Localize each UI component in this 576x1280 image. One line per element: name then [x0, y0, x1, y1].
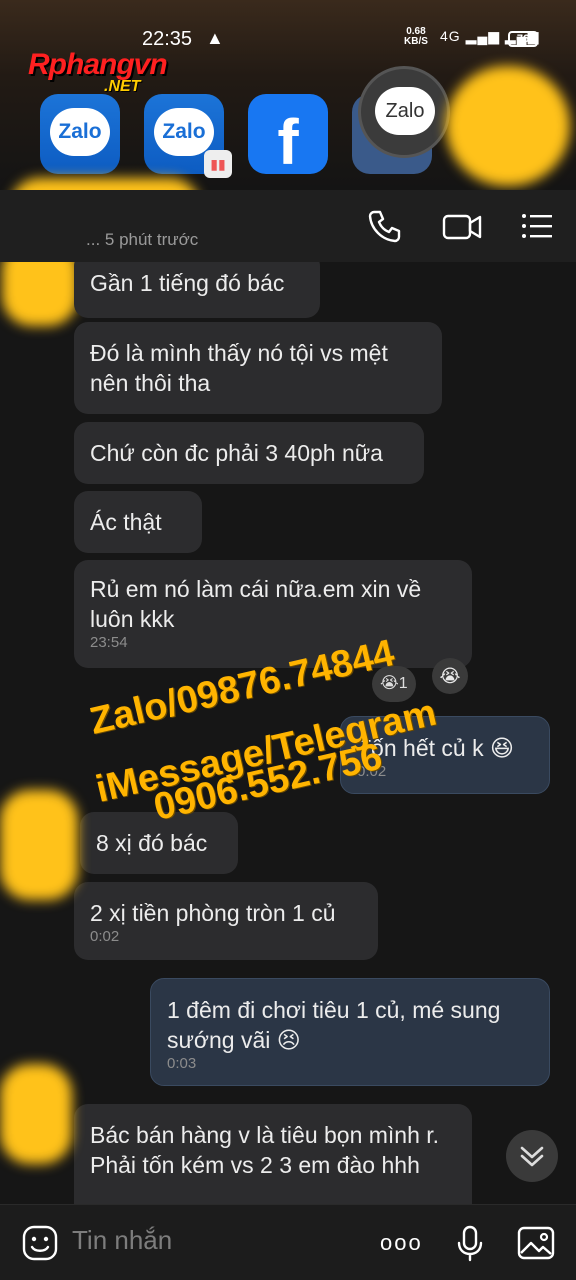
zalo-chat-head[interactable]: Zalo — [358, 66, 450, 158]
chevron-down-icon — [520, 1146, 544, 1167]
microphone-icon[interactable] — [450, 1223, 490, 1263]
watermark-logo: Rphangvn — [28, 48, 168, 81]
emoji-sticker-icon[interactable] — [20, 1223, 60, 1263]
message-bubble-incoming[interactable]: 2 xị tiền phòng tròn 1 củ 0:02 — [74, 882, 378, 960]
message-bubble-incoming[interactable]: Gần 1 tiếng đó bác — [74, 262, 320, 318]
phone-icon[interactable] — [364, 206, 404, 246]
persevering-emoji-icon: 😣 — [276, 1027, 301, 1053]
message-composer: Tin nhắn ooo — [0, 1204, 576, 1280]
censor-blob — [0, 790, 78, 900]
zalo-clone-app-icon[interactable]: Zalo ▮▮ — [144, 94, 232, 178]
censor-blob — [446, 66, 570, 186]
scroll-to-bottom-button[interactable] — [506, 1130, 558, 1182]
message-bubble-outgoing[interactable]: 1 đêm đi chơi tiêu 1 củ, mé sung sướng v… — [150, 978, 550, 1086]
video-call-icon[interactable] — [442, 206, 482, 246]
more-options-icon[interactable]: ooo — [380, 1223, 426, 1263]
message-time: 23:54 — [90, 634, 128, 651]
chat-header: ... 5 phút trước — [0, 190, 576, 262]
message-bubble-incoming[interactable]: Đó là mình thấy nó tội vs mệt nên thôi t… — [74, 322, 442, 414]
battery-icon: 76 — [508, 31, 538, 47]
message-bubble-incoming[interactable]: Rủ em nó làm cái nữa.em xin về luôn kkk … — [74, 560, 472, 668]
warning-icon: ▲ — [206, 28, 224, 48]
watermark-domain: .NET — [104, 78, 141, 95]
dual-app-badge-icon: ▮▮ — [204, 150, 232, 178]
menu-icon[interactable] — [518, 206, 558, 246]
facebook-app-icon[interactable]: f — [248, 94, 328, 178]
message-bubble-incoming[interactable]: Ác thật — [74, 491, 202, 553]
message-bubble-incoming[interactable]: Bác bán hàng v là tiêu bọn mình r. Phải … — [74, 1104, 472, 1204]
message-bubble-incoming[interactable]: Chứ còn đc phải 3 40ph nữa — [74, 422, 424, 484]
add-reaction-icon[interactable]: 😭 — [432, 658, 468, 694]
network-speed: 0.68 KB/S — [404, 26, 428, 47]
message-input[interactable]: Tin nhắn — [72, 1225, 172, 1256]
last-seen-text: ... 5 phút trước — [86, 230, 199, 249]
message-list[interactable]: Gần 1 tiếng đó bác Đó là mình thấy nó tộ… — [0, 262, 576, 1204]
message-time: 0:02 — [90, 928, 120, 945]
censor-blob — [0, 1064, 72, 1164]
laughing-emoji-icon: 😆 — [489, 735, 514, 761]
zalo-app-icon[interactable]: Zalo — [40, 94, 120, 174]
message-time: 0:03 — [167, 1055, 197, 1072]
image-picker-icon[interactable] — [516, 1223, 556, 1263]
